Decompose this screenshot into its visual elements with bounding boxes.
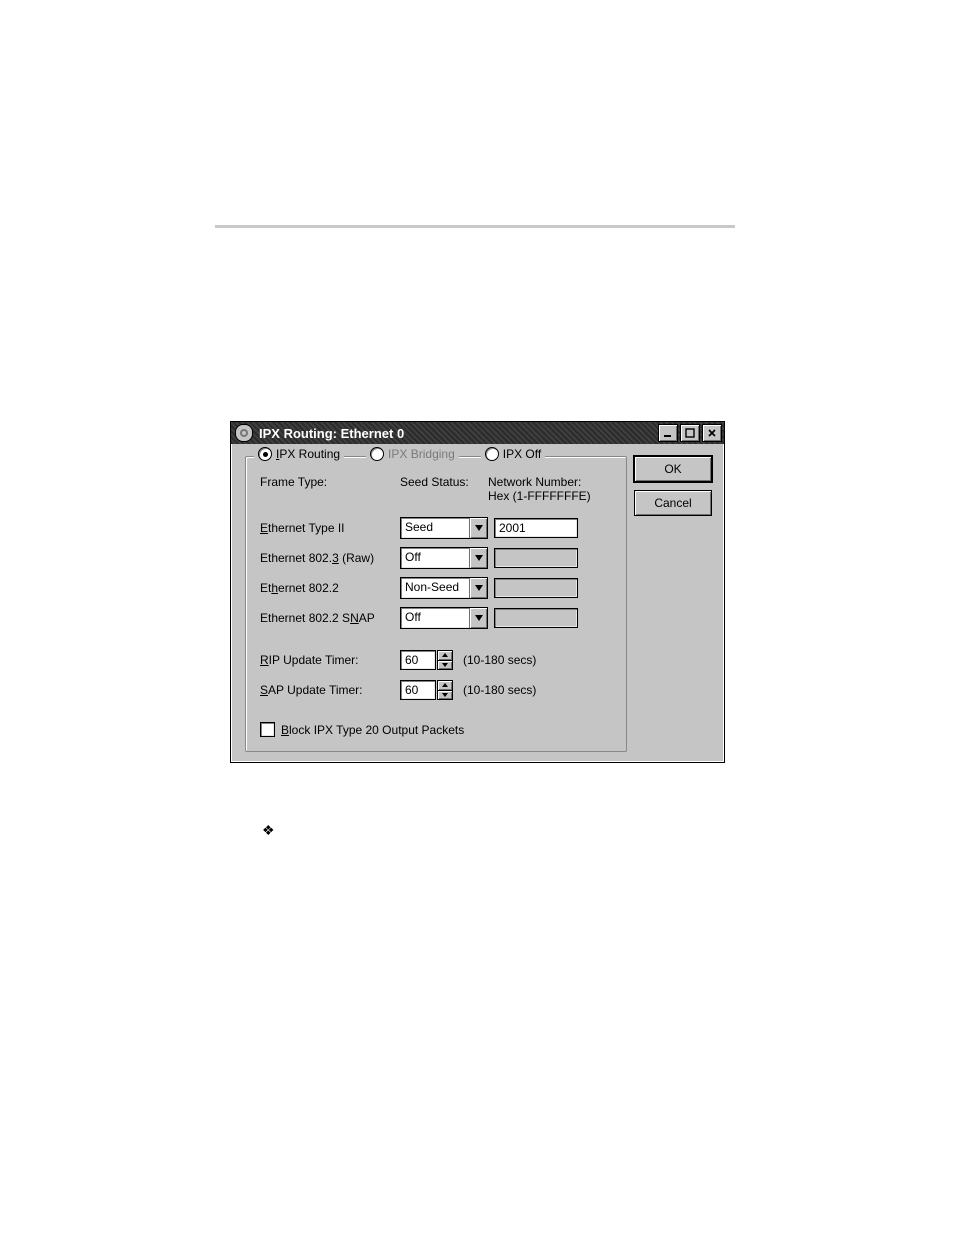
sap-range-label: (10-180 secs)	[463, 683, 536, 697]
ipx-routing-dialog: IPX Routing: Ethernet 0 OK Cancel IIPX R…	[230, 421, 725, 763]
cancel-button[interactable]: Cancel	[634, 490, 712, 516]
chevron-down-icon	[469, 518, 487, 538]
radio-ipx-routing[interactable]: IIPX RoutingPX Routing	[254, 447, 344, 461]
checkbox-box[interactable]	[260, 722, 275, 737]
block-ipx-type20-checkbox[interactable]: Block IPX Type 20 Output Packets	[260, 722, 464, 737]
checkbox-label: Block IPX Type 20 Output Packets	[281, 723, 464, 737]
network-number-8022-snap	[494, 608, 578, 628]
bullet-icon: ❖	[262, 822, 275, 839]
spin-up-icon[interactable]	[437, 680, 453, 691]
frame-label: Ethernet 802.2 SNAP	[260, 611, 400, 625]
close-button[interactable]	[702, 424, 722, 442]
rip-range-label: (10-180 secs)	[463, 653, 536, 667]
frame-row-8022: Ethernet 802.2 Non-Seed	[260, 573, 616, 603]
spin-up-icon[interactable]	[437, 650, 453, 661]
network-number-8023-raw	[494, 548, 578, 568]
seed-select-8022[interactable]: Non-Seed	[400, 577, 488, 599]
window-title: IPX Routing: Ethernet 0	[257, 426, 658, 441]
rip-timer-spinner[interactable]: 60	[400, 650, 453, 670]
radio-off-label: IPX Off	[503, 447, 541, 461]
seed-select-type-ii[interactable]: Seed	[400, 517, 488, 539]
network-number-type-ii[interactable]: 2001	[494, 518, 578, 538]
divider	[215, 225, 735, 228]
settings-group: IIPX RoutingPX Routing IPX Bridging IPX …	[245, 456, 627, 752]
radio-ipx-bridging: IPX Bridging	[366, 447, 459, 461]
header-network-number: Network Number: Hex (1-FFFFFFFE)	[488, 475, 618, 503]
maximize-button[interactable]	[680, 424, 700, 442]
frame-label: Ethernet 802.3 (Raw)	[260, 551, 400, 565]
seed-select-8023-raw[interactable]: Off	[400, 547, 488, 569]
chevron-down-icon	[469, 608, 487, 628]
frame-label: Ethernet 802.2	[260, 581, 400, 595]
chevron-down-icon	[469, 578, 487, 598]
sap-timer-row: SAP Update Timer: 60 (10-180 secs)	[260, 675, 536, 705]
sap-timer-spinner[interactable]: 60	[400, 680, 453, 700]
frame-row-8023-raw: Ethernet 802.3 (Raw) Off	[260, 543, 616, 573]
titlebar[interactable]: IPX Routing: Ethernet 0	[231, 422, 724, 444]
spin-down-icon[interactable]	[437, 661, 453, 671]
sap-timer-label: SAP Update Timer:	[260, 683, 400, 697]
frame-row-8022-snap: Ethernet 802.2 SNAP Off	[260, 603, 616, 633]
chevron-down-icon	[469, 548, 487, 568]
radio-ipx-off[interactable]: IPX Off	[481, 447, 545, 461]
frame-label: Ethernet Type II	[260, 521, 400, 535]
rip-timer-row: RIP Update Timer: 60 (10-180 secs)	[260, 645, 536, 675]
seed-select-8022-snap[interactable]: Off	[400, 607, 488, 629]
rip-timer-label: RIP Update Timer:	[260, 653, 400, 667]
radio-bridging-label: IPX Bridging	[388, 447, 455, 461]
system-menu-icon[interactable]	[235, 424, 253, 442]
header-seed-status: Seed Status:	[400, 475, 469, 489]
network-number-8022	[494, 578, 578, 598]
minimize-button[interactable]	[658, 424, 678, 442]
frame-row-type-ii: Ethernet Type II Seed 2001	[260, 513, 616, 543]
header-frame-type: Frame Type:	[260, 475, 327, 489]
spin-down-icon[interactable]	[437, 691, 453, 701]
ok-button[interactable]: OK	[634, 456, 712, 482]
